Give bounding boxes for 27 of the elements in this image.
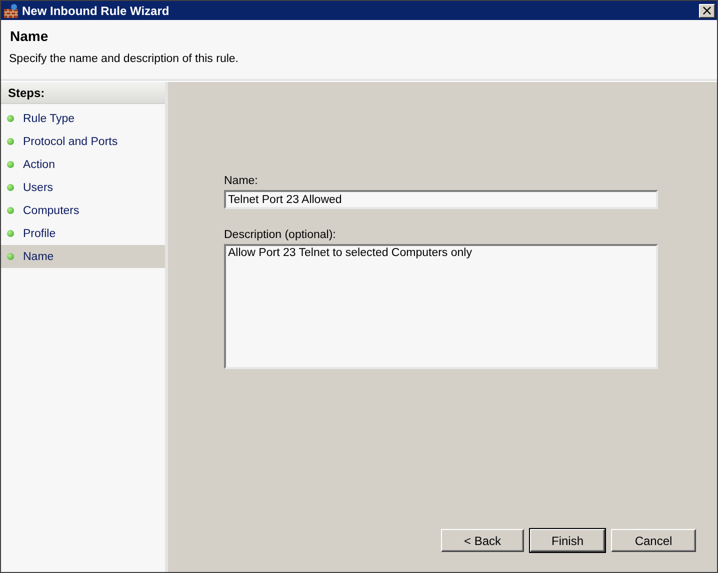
description-label: Description (optional): [224, 229, 337, 241]
firewall-icon [3, 2, 19, 18]
step-item[interactable]: Action [1, 153, 165, 176]
status-dot-icon [7, 161, 14, 168]
steps-heading: Steps: [1, 82, 165, 104]
close-button[interactable]: × [699, 4, 715, 18]
step-item[interactable]: Rule Type [1, 107, 165, 130]
page-title: Name [10, 28, 50, 44]
wizard-button[interactable]: Finish [530, 529, 605, 552]
wizard-button[interactable]: Cancel [611, 529, 696, 552]
status-dot-icon [7, 138, 14, 145]
status-dot-icon [7, 184, 14, 191]
window-title: New Inbound Rule Wizard [22, 4, 170, 18]
step-item[interactable]: Name [1, 245, 165, 268]
wizard-button[interactable]: < Back [441, 529, 524, 552]
description-field[interactable]: Allow Port 23 Telnet to selected Computers only [224, 244, 658, 369]
page-subtitle: Specify the name and description of this rule. [9, 53, 240, 65]
step-item[interactable]: Profile [1, 222, 165, 245]
status-dot-icon [7, 253, 14, 260]
status-dot-icon [7, 115, 14, 122]
status-dot-icon [7, 230, 14, 237]
status-dot-icon [7, 207, 14, 214]
name-label: Name: [224, 175, 259, 187]
step-item[interactable]: Users [1, 176, 165, 199]
step-item[interactable]: Protocol and Ports [1, 130, 165, 153]
name-field[interactable]: Telnet Port 23 Allowed [224, 190, 658, 209]
step-item[interactable]: Computers [1, 199, 165, 222]
